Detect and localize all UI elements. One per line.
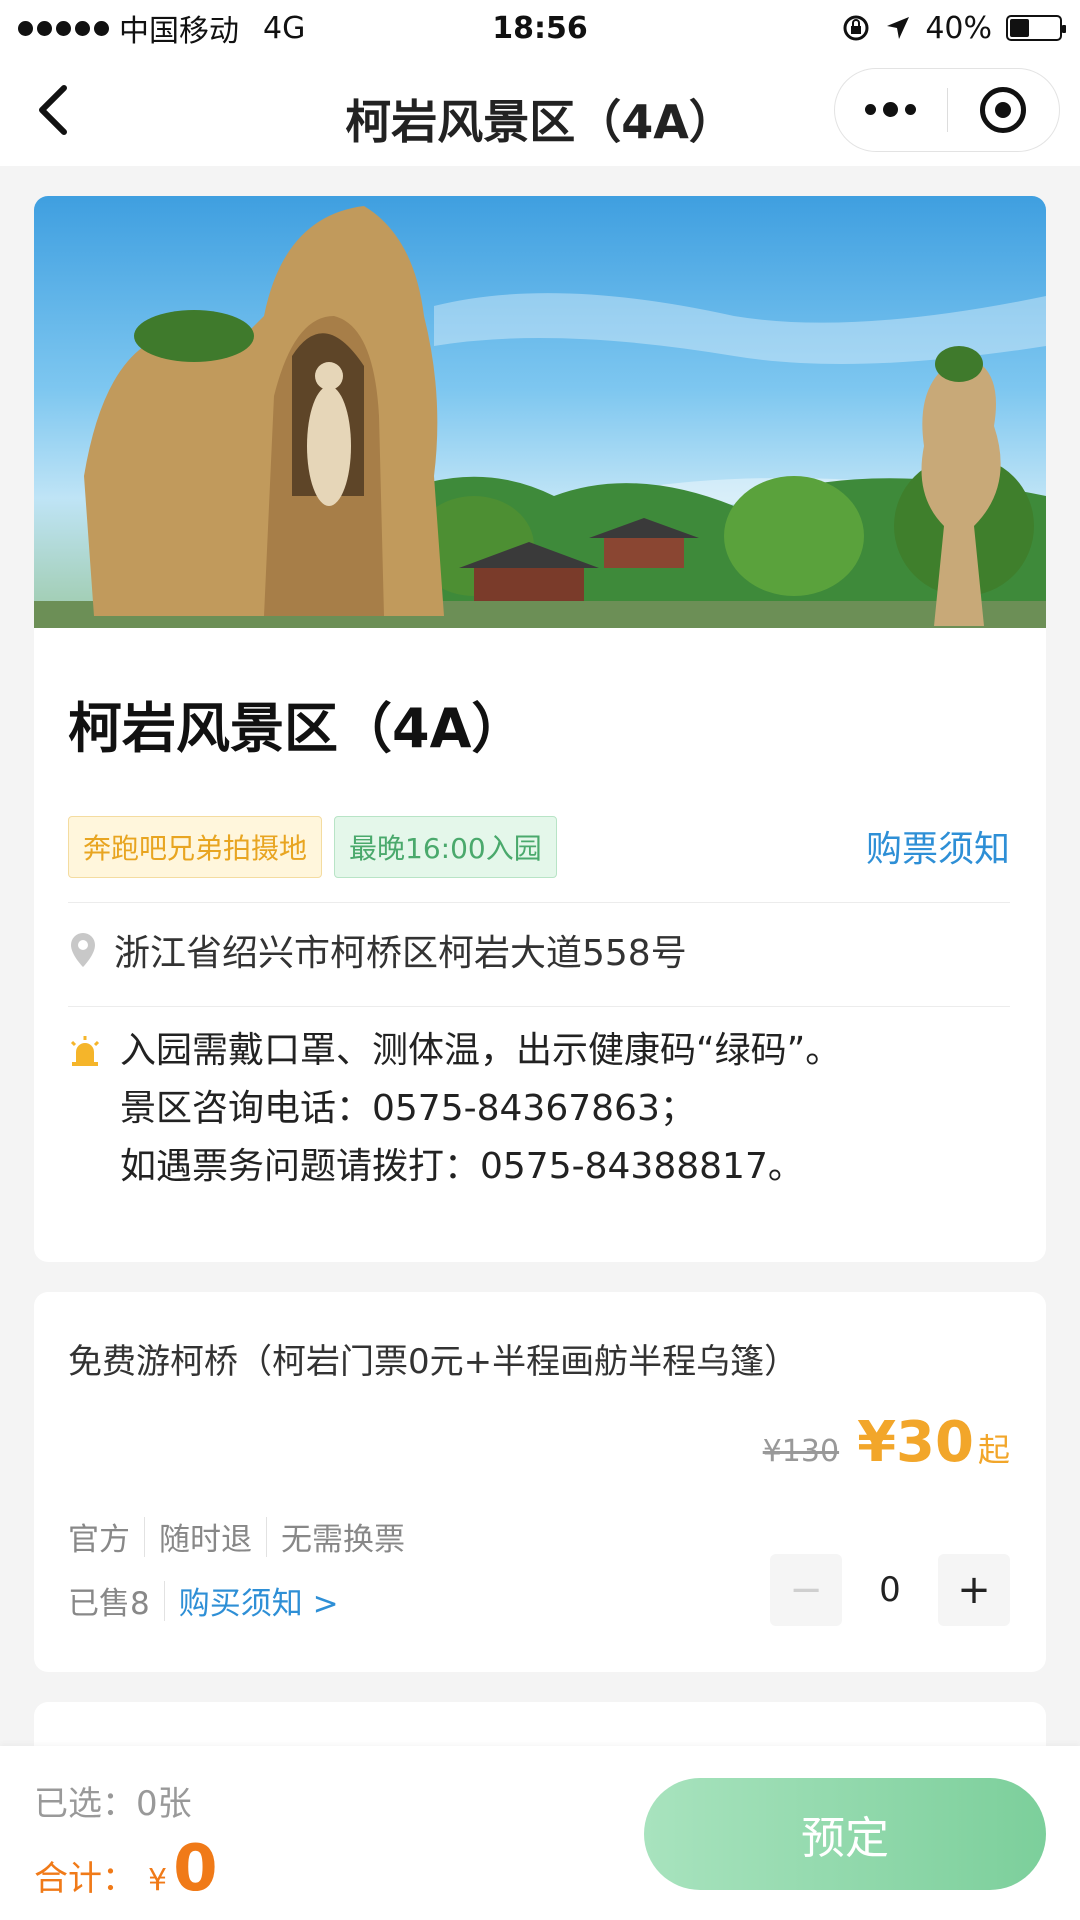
alert-line-mask: 入园需戴口罩、测体温，出示健康码“绿码”。 — [120, 1030, 842, 1071]
total-value: 0 — [173, 1832, 218, 1906]
quantity-value: 0 — [879, 1570, 901, 1610]
close-mini-program-button[interactable] — [948, 69, 1060, 151]
feature-official: 官方 — [68, 1522, 130, 1558]
feature-refund-anytime: 随时退 — [159, 1522, 252, 1558]
current-price: ¥30 — [857, 1410, 974, 1475]
address-text: 浙江省绍兴市柯桥区柯岩大道558号 — [114, 933, 687, 974]
carrier-name: 中国移动 — [119, 14, 239, 49]
address-row[interactable]: 浙江省绍兴市柯桥区柯岩大道558号 — [68, 924, 687, 976]
total-currency: ¥ — [148, 1863, 168, 1898]
network-type: 4G — [263, 10, 306, 46]
sold-count: 已售8 — [68, 1586, 150, 1622]
back-button[interactable] — [22, 80, 82, 140]
bottom-bar: 已选：0张 合计： ¥ 0 预定 — [0, 1746, 1080, 1920]
selected-count: 已选：0张 — [34, 1784, 192, 1824]
status-left: 中国移动 4G — [18, 6, 378, 50]
nav-bar: 柯岩风景区（4A） — [0, 56, 1080, 166]
increase-button[interactable]: + — [938, 1554, 1010, 1626]
more-dots-icon — [865, 101, 917, 117]
purchase-notice-link[interactable]: 购买须知 > — [179, 1578, 339, 1623]
chevron-left-icon — [39, 85, 67, 135]
target-icon — [980, 87, 1027, 133]
ticket-features: 官方 随时退 无需换票 — [68, 1514, 405, 1559]
divider — [68, 902, 1010, 903]
sold-separator — [163, 1580, 165, 1621]
ticket-name[interactable]: 免费游柯桥（柯岩门票0元+半程画舫半程乌篷） — [68, 1334, 798, 1383]
tag-latest-entry: 最晚16:00入园 — [334, 816, 557, 878]
location-pin-icon — [71, 933, 95, 967]
total-price: 合计： ¥ 0 — [34, 1832, 218, 1906]
tag-filming-location: 奔跑吧兄弟拍摄地 — [68, 816, 323, 878]
ticket-notice-link[interactable]: 购票须知 — [866, 820, 1010, 872]
alert-line-phone: 景区咨询电话：0575-84367863； — [120, 1088, 696, 1129]
feature-separator — [266, 1516, 267, 1557]
attraction-info-card: 柯岩风景区（4A） 奔跑吧兄弟拍摄地 最晚16:00入园 购票须知 浙江省绍兴市… — [34, 196, 1046, 1262]
tag-row: 奔跑吧兄弟拍摄地 最晚16:00入园 — [68, 816, 557, 878]
feature-no-exchange: 无需换票 — [281, 1522, 405, 1558]
status-time: 18:56 — [492, 10, 588, 46]
ticket-card: 免费游柯桥（柯岩门票0元+半程画舫半程乌篷） ¥130 ¥30 起 官方 随时退… — [34, 1292, 1046, 1672]
status-right: 40% — [702, 10, 1066, 46]
decrease-button[interactable]: − — [770, 1554, 842, 1626]
alarm-light-icon — [70, 1036, 100, 1066]
attraction-title: 柯岩风景区（4A） — [68, 697, 526, 760]
rotation-lock-icon — [843, 15, 869, 41]
scenic-illustration — [34, 206, 1046, 628]
alert-line-ticket-phone: 如遇票务问题请拨打：0575-84388817。 — [120, 1146, 804, 1187]
price-suffix: 起 — [977, 1431, 1010, 1469]
original-price: ¥130 — [762, 1434, 840, 1469]
notice-alert: 入园需戴口罩、测体温，出示健康码“绿码”。 景区咨询电话：0575-843678… — [68, 1026, 841, 1192]
battery-fill — [1010, 19, 1030, 37]
hero-image[interactable] — [34, 196, 1046, 628]
more-button[interactable] — [835, 69, 947, 151]
location-arrow-icon — [887, 17, 910, 39]
price-row: ¥130 ¥30 起 — [763, 1410, 1010, 1475]
alert-lines: 入园需戴口罩、测体温，出示健康码“绿码”。 景区咨询电话：0575-843678… — [120, 1026, 841, 1192]
sold-row: 已售8 购买须知 > — [68, 1578, 339, 1623]
divider — [68, 1006, 1010, 1007]
battery-icon — [1006, 15, 1066, 41]
status-bar: 中国移动 4G 18:56 40% — [0, 0, 1080, 56]
feature-separator — [144, 1516, 145, 1557]
total-label: 合计： — [34, 1859, 136, 1899]
mini-program-capsule — [834, 68, 1060, 152]
battery-percent: 40% — [925, 10, 992, 46]
quantity-stepper: − 0 + — [770, 1554, 1010, 1626]
signal-strength-icon — [18, 20, 109, 36]
book-button[interactable]: 预定 — [644, 1778, 1046, 1890]
